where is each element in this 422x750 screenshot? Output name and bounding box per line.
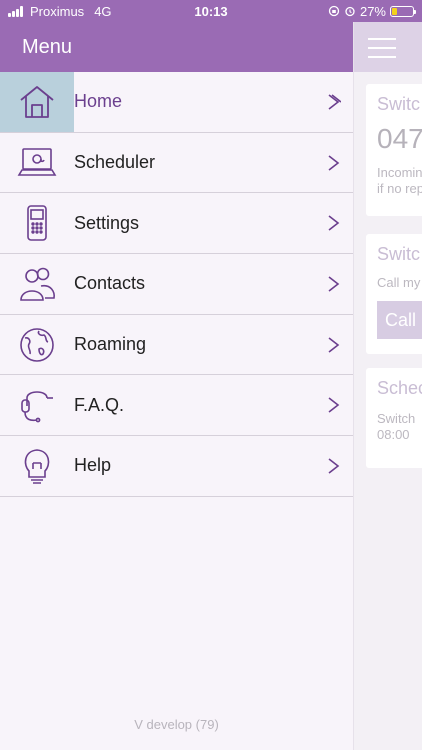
main-content-peek[interactable]: Switc 047 Incomin if no rep Switc Call m… — [353, 22, 422, 750]
hamburger-menu-icon[interactable] — [368, 38, 396, 65]
menu-label-faq: F.A.Q. — [74, 394, 125, 415]
card-title: Switc — [377, 94, 421, 114]
card-title: Switc — [377, 244, 421, 264]
menu-item-contacts[interactable]: Contacts — [0, 254, 353, 315]
chevron-right-icon — [328, 397, 340, 413]
chevron-right-icon — [328, 215, 340, 231]
status-left: Proximus 4G — [8, 4, 168, 19]
network-type: 4G — [94, 3, 112, 19]
app-version: V develop (79) — [134, 717, 219, 732]
menu-list: Home Scheduler Settings Contacts Roaming… — [0, 72, 353, 497]
card-switch-call[interactable]: Switc Call my Call — [366, 234, 422, 354]
menu-label-roaming: Roaming — [74, 334, 147, 355]
card-text: if no rep — [377, 181, 422, 196]
chevron-right-icon — [328, 94, 341, 110]
card-title: Schec — [377, 378, 422, 398]
menu-item-help[interactable]: Help — [0, 436, 353, 497]
menu-label-help: Help — [74, 455, 112, 476]
card-text: Call my — [377, 275, 421, 290]
menu-label-scheduler: Scheduler — [74, 152, 156, 173]
menu-item-scheduler[interactable]: Scheduler — [0, 133, 353, 194]
carrier-name: Proximus — [30, 3, 85, 19]
card-text: Incomin — [377, 165, 422, 180]
menu-label-contacts: Contacts — [74, 273, 146, 294]
call-button[interactable]: Call — [377, 301, 422, 339]
content-header — [354, 22, 422, 72]
status-right: 27% — [328, 3, 416, 19]
menu-label-home: Home — [74, 91, 123, 112]
menu-item-faq[interactable]: F.A.Q. — [0, 375, 353, 437]
contacts-icon — [20, 267, 55, 301]
signal-icon — [8, 5, 23, 17]
menu-item-roaming[interactable]: Roaming — [0, 315, 353, 376]
menu-item-settings[interactable]: Settings — [0, 193, 353, 255]
lightbulb-icon — [24, 449, 50, 484]
home-icon — [20, 85, 54, 118]
card-text: Switch — [377, 411, 416, 426]
battery-icon — [390, 5, 416, 17]
chevron-right-icon — [328, 154, 340, 171]
headset-icon — [21, 391, 53, 423]
status-bar: Proximus 4G 10:13 27% — [0, 0, 422, 22]
menu-title: Menu — [22, 35, 73, 58]
card-number: 047 — [377, 123, 422, 154]
card-text: 08:00 — [377, 427, 410, 442]
battery-percent: 27% — [359, 3, 386, 19]
menu-header: Menu — [0, 22, 353, 72]
laptop-icon — [17, 147, 57, 176]
card-scheduler[interactable]: Schec Switch 08:00 — [366, 368, 422, 468]
orientation-lock-icon — [328, 5, 340, 17]
phone-icon — [27, 205, 47, 242]
chevron-right-icon — [328, 276, 340, 292]
chevron-right-icon — [328, 458, 340, 474]
menu-item-home[interactable]: Home — [0, 72, 353, 133]
alarm-icon — [345, 6, 355, 17]
menu-label-settings: Settings — [74, 212, 140, 233]
chevron-right-icon — [328, 336, 340, 353]
card-switch-number[interactable]: Switc 047 Incomin if no rep — [366, 84, 422, 216]
globe-icon — [20, 327, 54, 362]
side-drawer: Home Scheduler Settings Contacts Roaming… — [0, 72, 353, 750]
